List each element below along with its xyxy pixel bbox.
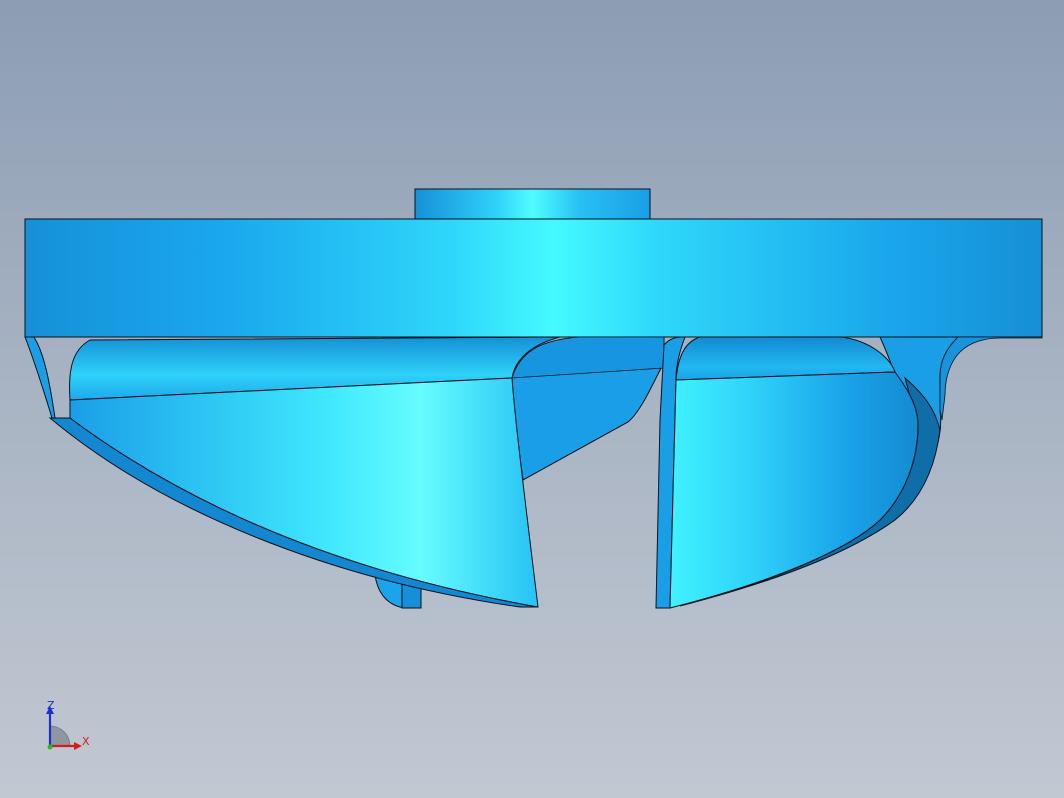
right-blade xyxy=(669,371,919,609)
triad-origin xyxy=(47,744,53,750)
hub xyxy=(414,188,651,221)
shroud-disk xyxy=(24,218,1043,338)
left-blade xyxy=(69,377,539,608)
triad-x-arrow xyxy=(74,742,82,750)
right-rim-fillet xyxy=(939,336,1043,421)
cad-viewport[interactable]: Z X xyxy=(0,0,1064,798)
impeller-model[interactable] xyxy=(0,0,1064,798)
triad-x-label: X xyxy=(82,735,90,748)
triad-quadrant xyxy=(49,725,71,747)
triad-z-label: Z xyxy=(47,699,55,712)
left-rim xyxy=(24,336,56,419)
